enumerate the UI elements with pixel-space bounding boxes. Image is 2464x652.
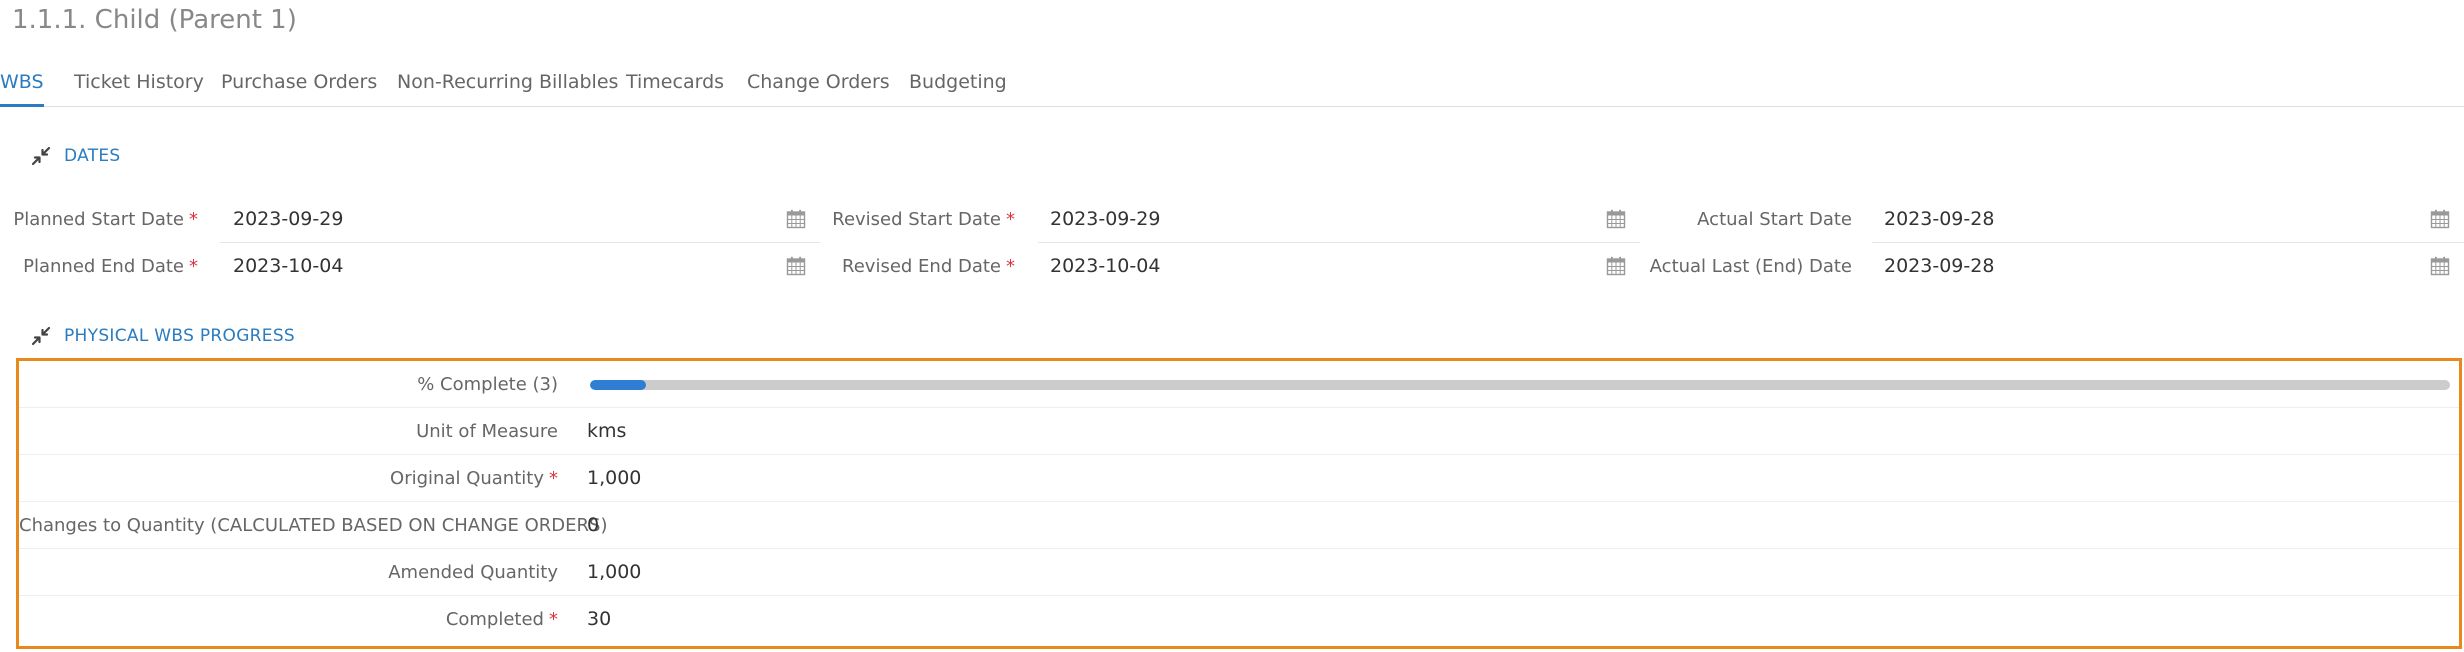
physical-wbs-progress-panel: % Complete (3) Unit of Measure kms Origi…	[16, 358, 2462, 649]
field-label: Changes to Quantity (CALCULATED BASED ON…	[19, 515, 608, 536]
percent-complete-slider[interactable]	[590, 380, 2450, 390]
percent-complete-row: % Complete (3)	[19, 361, 2459, 408]
collapse-arrows-icon[interactable]	[30, 145, 52, 167]
calendar-icon[interactable]	[2430, 209, 2450, 229]
progress-section-title: PHYSICAL WBS PROGRESS	[64, 326, 296, 346]
tab-change-orders[interactable]: Change Orders	[747, 60, 890, 107]
planned-start-date-input[interactable]: 2023-09-29	[233, 196, 343, 243]
progress-section-header: PHYSICAL WBS PROGRESS	[30, 321, 295, 351]
tab-bar: WBS Ticket History Purchase Orders Non-R…	[0, 60, 2464, 107]
percent-complete-label: % Complete (3)	[417, 374, 558, 395]
completed-input[interactable]: 30	[587, 596, 611, 643]
amended-quantity-value: 1,000	[587, 561, 642, 583]
field-label: Original Quantity *	[390, 468, 558, 489]
dates-section-title: DATES	[64, 146, 121, 166]
tab-budgeting[interactable]: Budgeting	[909, 60, 1007, 107]
percent-complete-fill	[590, 380, 646, 390]
required-marker: *	[1006, 209, 1015, 230]
calendar-icon[interactable]	[2430, 256, 2450, 276]
required-marker: *	[549, 468, 558, 489]
dates-row-end: Planned End Date * 2023-10-04 Revised End…	[0, 243, 2464, 290]
field-label: Planned Start Date *	[13, 209, 198, 230]
original-quantity-row: Original Quantity * 1,000	[19, 455, 2459, 502]
tab-timecards[interactable]: Timecards	[626, 60, 724, 107]
revised-start-date-field: Revised Start Date * 2023-09-29	[820, 196, 1640, 243]
field-label: Actual Last (End) Date	[1649, 256, 1852, 277]
calendar-icon[interactable]	[1606, 209, 1626, 229]
field-label: Revised End Date *	[842, 256, 1015, 277]
planned-start-date-field: Planned Start Date * 2023-09-29	[0, 196, 820, 243]
revised-end-date-field: Revised End Date * 2023-10-04	[820, 243, 1640, 290]
tab-non-recurring-billables[interactable]: Non-Recurring Billables	[397, 60, 618, 107]
tab-wbs[interactable]: WBS	[0, 60, 44, 107]
revised-end-date-input[interactable]: 2023-10-04	[1050, 243, 1160, 290]
actual-end-date-input[interactable]: 2023-09-28	[1884, 243, 1994, 290]
field-label: Unit of Measure	[416, 421, 558, 442]
field-label: Planned End Date *	[23, 256, 198, 277]
tab-purchase-orders[interactable]: Purchase Orders	[221, 60, 377, 107]
actual-start-date-field: Actual Start Date 2023-09-28	[1640, 196, 2464, 243]
dates-row-start: Planned Start Date * 2023-09-29 Revised S…	[0, 196, 2464, 243]
unit-of-measure-row: Unit of Measure kms	[19, 408, 2459, 455]
actual-end-date-field: Actual Last (End) Date 2023-09-28	[1640, 243, 2464, 290]
dates-section-header: DATES	[30, 141, 121, 171]
actual-start-date-input[interactable]: 2023-09-28	[1884, 196, 1994, 243]
field-label: Amended Quantity	[388, 562, 558, 583]
planned-end-date-input[interactable]: 2023-10-04	[233, 243, 343, 290]
planned-end-date-field: Planned End Date * 2023-10-04	[0, 243, 820, 290]
calendar-icon[interactable]	[786, 209, 806, 229]
unit-of-measure-input[interactable]: kms	[587, 408, 626, 455]
changes-to-quantity-value: 0	[587, 514, 600, 536]
field-label: Actual Start Date	[1697, 209, 1852, 230]
field-label: Revised Start Date *	[832, 209, 1015, 230]
amended-quantity-row: Amended Quantity 1,000	[19, 549, 2459, 596]
changes-to-quantity-row: Changes to Quantity (CALCULATED BASED ON…	[19, 502, 2459, 549]
page-title: 1.1.1. Child (Parent 1)	[12, 5, 297, 35]
calendar-icon[interactable]	[1606, 256, 1626, 276]
wbs-detail-page: 1.1.1. Child (Parent 1) WBS Ticket Histo…	[0, 0, 2464, 652]
required-marker: *	[189, 209, 198, 230]
required-marker: *	[189, 256, 198, 277]
calendar-icon[interactable]	[786, 256, 806, 276]
revised-start-date-input[interactable]: 2023-09-29	[1050, 196, 1160, 243]
completed-row: Completed * 30	[19, 596, 2459, 643]
required-marker: *	[1006, 256, 1015, 277]
tab-ticket-history[interactable]: Ticket History	[74, 60, 204, 107]
required-marker: *	[549, 609, 558, 630]
original-quantity-input[interactable]: 1,000	[587, 455, 641, 502]
collapse-arrows-icon[interactable]	[30, 325, 52, 347]
field-label: Completed *	[445, 609, 558, 630]
